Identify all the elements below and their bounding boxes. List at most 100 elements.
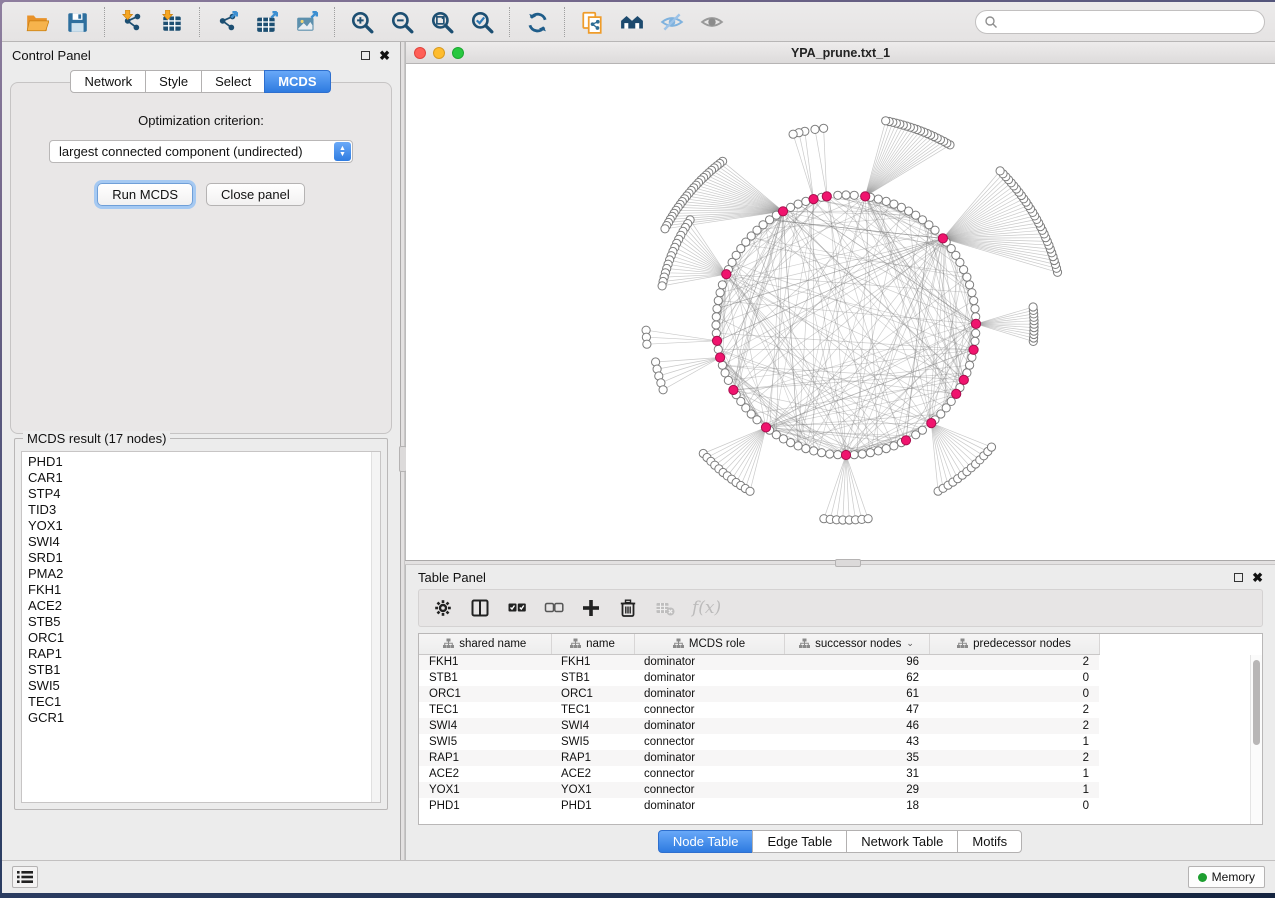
memory-button[interactable]: Memory xyxy=(1188,866,1265,888)
close-panel-icon[interactable]: ✖ xyxy=(1252,573,1263,582)
mcds-node xyxy=(938,234,947,243)
scrollbar-thumb[interactable] xyxy=(1253,660,1260,745)
tab-motifs[interactable]: Motifs xyxy=(957,830,1022,853)
network-canvas[interactable] xyxy=(406,64,1275,560)
mcds-result-item[interactable]: SWI4 xyxy=(28,534,380,550)
float-panel-icon[interactable] xyxy=(1234,573,1243,582)
first-neighbors-icon[interactable] xyxy=(615,7,649,37)
mcds-result-item[interactable]: STB1 xyxy=(28,662,380,678)
zoom-in-icon[interactable] xyxy=(345,7,379,37)
float-panel-icon[interactable] xyxy=(361,51,370,60)
run-mcds-button[interactable]: Run MCDS xyxy=(97,183,193,206)
gear-icon[interactable] xyxy=(433,598,453,618)
cell-name: YOX1 xyxy=(551,782,634,798)
zoom-selected-icon[interactable] xyxy=(465,7,499,37)
mcds-result-item[interactable]: PMA2 xyxy=(28,566,380,582)
task-history-button[interactable] xyxy=(12,866,38,888)
tab-select[interactable]: Select xyxy=(201,70,265,93)
mcds-result-list[interactable]: PHD1CAR1STP4TID3YOX1SWI4SRD1PMA2FKH1ACE2… xyxy=(21,451,381,803)
cell-name: TEC1 xyxy=(551,702,634,718)
mcds-result-item[interactable]: CAR1 xyxy=(28,470,380,486)
cell-predecessor_nodes: 0 xyxy=(929,798,1099,814)
tab-node-table[interactable]: Node Table xyxy=(658,830,754,853)
add-icon[interactable] xyxy=(581,598,601,618)
cell-successor_nodes: 46 xyxy=(784,718,929,734)
mcds-node xyxy=(969,345,978,354)
splitter-grip[interactable] xyxy=(835,559,861,567)
cell-mcds_role: dominator xyxy=(634,654,784,670)
table-row[interactable]: TEC1TEC1connector472 xyxy=(419,702,1099,718)
mcds-node xyxy=(927,419,936,428)
toolbar-separator xyxy=(334,7,335,37)
network-titlebar[interactable]: YPA_prune.txt_1 xyxy=(406,42,1275,64)
mcds-node xyxy=(778,207,787,216)
mcds-node xyxy=(712,336,721,345)
close-panel-icon[interactable]: ✖ xyxy=(379,51,390,60)
import-network-icon[interactable] xyxy=(115,7,149,37)
open-file-icon[interactable] xyxy=(20,7,54,37)
column-header-shared-name[interactable]: shared name xyxy=(419,634,551,654)
table-row[interactable]: ORC1ORC1dominator610 xyxy=(419,686,1099,702)
table-row[interactable]: RAP1RAP1dominator352 xyxy=(419,750,1099,766)
vertical-splitter[interactable] xyxy=(400,42,405,860)
mcds-result-item[interactable]: YOX1 xyxy=(28,518,380,534)
mcds-result-item[interactable]: ACE2 xyxy=(28,598,380,614)
export-image-icon[interactable] xyxy=(290,7,324,37)
search-input[interactable] xyxy=(1003,15,1256,29)
search-box[interactable] xyxy=(975,10,1265,34)
graph-nodes xyxy=(642,117,1062,524)
criterion-select[interactable]: largest connected component (undirected)… xyxy=(49,140,353,163)
tab-mcds[interactable]: MCDS xyxy=(264,70,330,93)
column-header-predecessor-nodes[interactable]: predecessor nodes xyxy=(929,634,1099,654)
hide-selected-icon[interactable] xyxy=(655,7,689,37)
mcds-result-item[interactable]: GCR1 xyxy=(28,710,380,726)
close-panel-button[interactable]: Close panel xyxy=(206,183,305,206)
node-table[interactable]: shared namenameMCDS rolesuccessor nodes⌄… xyxy=(418,633,1263,825)
show-all-icon[interactable] xyxy=(695,7,729,37)
column-header-successor-nodes[interactable]: successor nodes⌄ xyxy=(784,634,929,654)
mcds-result-item[interactable]: RAP1 xyxy=(28,646,380,662)
table-row[interactable]: STB1STB1dominator620 xyxy=(419,670,1099,686)
columns-icon[interactable] xyxy=(470,598,490,618)
table-row[interactable]: ACE2ACE2connector311 xyxy=(419,766,1099,782)
table-row[interactable]: FKH1FKH1dominator962 xyxy=(419,654,1099,670)
cell-name: SWI4 xyxy=(551,718,634,734)
table-scrollbar[interactable] xyxy=(1250,655,1262,824)
mcds-result-item[interactable]: TEC1 xyxy=(28,694,380,710)
duplicate-network-icon[interactable] xyxy=(575,7,609,37)
mcds-node xyxy=(761,423,770,432)
table-row[interactable]: PHD1PHD1dominator180 xyxy=(419,798,1099,814)
import-table-icon[interactable] xyxy=(155,7,189,37)
tab-style[interactable]: Style xyxy=(145,70,202,93)
tab-network-table[interactable]: Network Table xyxy=(846,830,958,853)
mcds-result-item[interactable]: ORC1 xyxy=(28,630,380,646)
table-row[interactable]: SWI4SWI4dominator462 xyxy=(419,718,1099,734)
delete-icon[interactable] xyxy=(618,598,638,618)
mcds-result-item[interactable]: STP4 xyxy=(28,486,380,502)
zoom-out-icon[interactable] xyxy=(385,7,419,37)
zoom-fit-icon[interactable] xyxy=(425,7,459,37)
refresh-icon[interactable] xyxy=(520,7,554,37)
column-header-name[interactable]: name xyxy=(551,634,634,654)
mcds-result-item[interactable]: SRD1 xyxy=(28,550,380,566)
table-panel: Table Panel ✖ f(x) shared namenameMCDS r… xyxy=(405,565,1275,860)
column-header-MCDS-role[interactable]: MCDS role xyxy=(634,634,784,654)
table-row[interactable]: SWI5SWI5connector431 xyxy=(419,734,1099,750)
export-table-icon[interactable] xyxy=(250,7,284,37)
mcds-result-item[interactable]: FKH1 xyxy=(28,582,380,598)
tab-network[interactable]: Network xyxy=(70,70,146,93)
tab-edge-table[interactable]: Edge Table xyxy=(752,830,847,853)
result-scrollbar[interactable] xyxy=(371,452,380,802)
cell-mcds_role: connector xyxy=(634,766,784,782)
export-network-icon[interactable] xyxy=(210,7,244,37)
mcds-result-item[interactable]: SWI5 xyxy=(28,678,380,694)
select-all-icon[interactable] xyxy=(507,598,527,618)
mcds-result-item[interactable]: STB5 xyxy=(28,614,380,630)
mcds-result-item[interactable]: TID3 xyxy=(28,502,380,518)
deselect-all-icon[interactable] xyxy=(544,598,564,618)
mcds-result-item[interactable]: PHD1 xyxy=(28,454,380,470)
select-spinner-icon: ▲▼ xyxy=(334,142,351,161)
table-row[interactable]: YOX1YOX1connector291 xyxy=(419,782,1099,798)
save-session-icon[interactable] xyxy=(60,7,94,37)
horizontal-splitter[interactable] xyxy=(405,560,1275,565)
